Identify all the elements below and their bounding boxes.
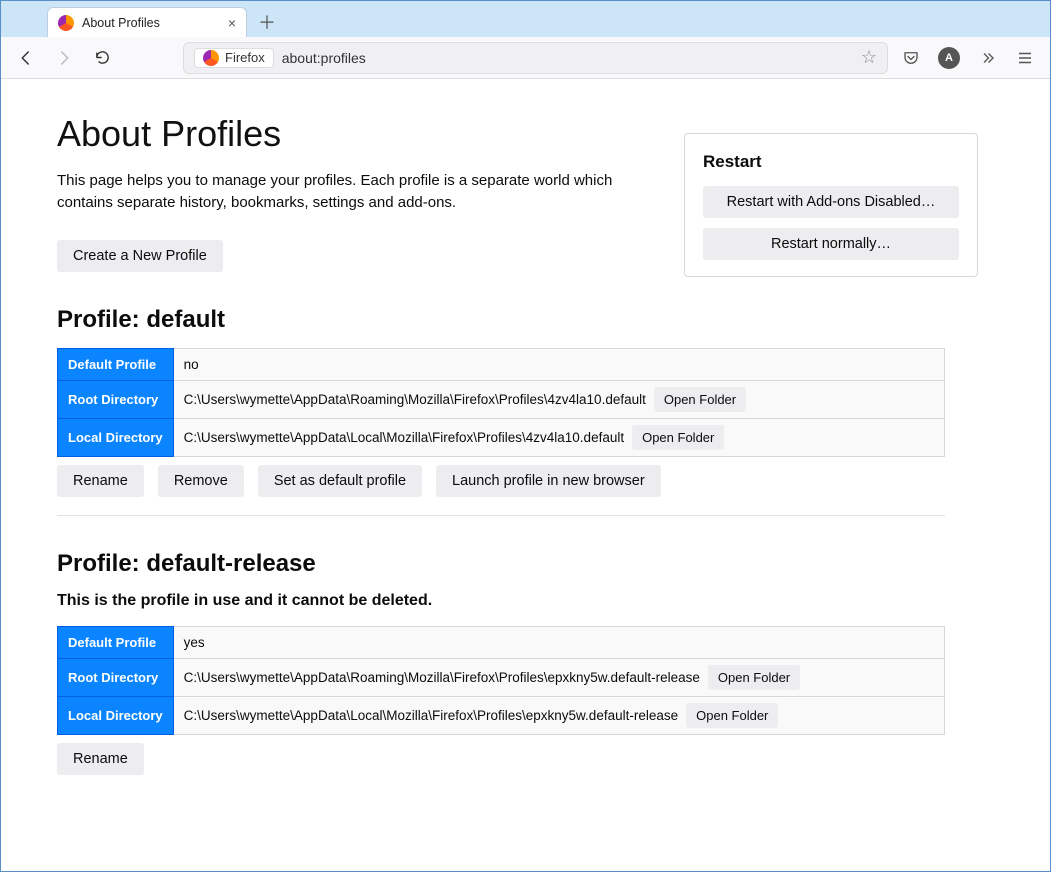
profile-table: Default Profile yes Root Directory C:\Us… <box>57 626 945 735</box>
bookmark-star-icon[interactable]: ☆ <box>861 47 877 68</box>
new-tab-button[interactable]: ＋ <box>253 8 281 36</box>
app-menu-icon[interactable] <box>1010 43 1040 73</box>
rename-button[interactable]: Rename <box>57 465 144 497</box>
root-path: C:\Users\wymette\AppData\Roaming\Mozilla… <box>184 392 646 407</box>
account-avatar[interactable]: A <box>934 43 964 73</box>
avatar-letter: A <box>945 52 953 64</box>
root-path: C:\Users\wymette\AppData\Roaming\Mozilla… <box>184 670 700 685</box>
reload-button[interactable] <box>87 43 117 73</box>
open-folder-button[interactable]: Open Folder <box>632 425 724 450</box>
forward-button[interactable] <box>49 43 79 73</box>
open-folder-button[interactable]: Open Folder <box>654 387 746 412</box>
launch-profile-button[interactable]: Launch profile in new browser <box>436 465 661 497</box>
th-default-profile: Default Profile <box>58 348 174 380</box>
firefox-favicon-icon <box>58 15 74 31</box>
browser-tab[interactable]: About Profiles × <box>47 7 247 37</box>
th-local-directory: Local Directory <box>58 418 174 456</box>
profile-table: Default Profile no Root Directory C:\Use… <box>57 348 945 457</box>
profile-actions: Rename <box>57 743 945 793</box>
url-bar[interactable]: Firefox about:profiles ☆ <box>183 42 888 74</box>
content-area[interactable]: Restart Restart with Add-ons Disabled… R… <box>1 79 1050 871</box>
open-folder-button[interactable]: Open Folder <box>708 665 800 690</box>
local-path: C:\Users\wymette\AppData\Local\Mozilla\F… <box>184 708 678 723</box>
profile-heading: Profile: default <box>57 306 945 334</box>
th-default-profile: Default Profile <box>58 626 174 658</box>
tab-strip: About Profiles × ＋ <box>1 1 1050 37</box>
browser-window: About Profiles × ＋ Firefox about:profile… <box>0 0 1051 872</box>
restart-normally-button[interactable]: Restart normally… <box>703 228 959 260</box>
profile-heading: Profile: default-release <box>57 550 945 578</box>
td-default-value: yes <box>173 626 944 658</box>
th-root-directory: Root Directory <box>58 380 174 418</box>
local-path: C:\Users\wymette\AppData\Local\Mozilla\F… <box>184 430 624 445</box>
th-root-directory: Root Directory <box>58 658 174 696</box>
identity-box[interactable]: Firefox <box>194 48 274 68</box>
identity-label: Firefox <box>225 50 265 65</box>
url-text: about:profiles <box>282 50 366 66</box>
tab-close-icon[interactable]: × <box>228 15 236 31</box>
td-default-value: no <box>173 348 944 380</box>
pocket-icon[interactable] <box>896 43 926 73</box>
remove-button[interactable]: Remove <box>158 465 244 497</box>
restart-addons-disabled-button[interactable]: Restart with Add-ons Disabled… <box>703 186 959 218</box>
in-use-note: This is the profile in use and it cannot… <box>57 592 945 610</box>
restart-panel: Restart Restart with Add-ons Disabled… R… <box>684 133 978 277</box>
restart-heading: Restart <box>703 152 959 172</box>
th-local-directory: Local Directory <box>58 696 174 734</box>
rename-button[interactable]: Rename <box>57 743 144 775</box>
navigation-toolbar: Firefox about:profiles ☆ A <box>1 37 1050 79</box>
open-folder-button[interactable]: Open Folder <box>686 703 778 728</box>
page-intro: This page helps you to manage your profi… <box>57 170 617 214</box>
back-button[interactable] <box>11 43 41 73</box>
tab-title: About Profiles <box>82 16 160 30</box>
profile-actions: Rename Remove Set as default profile Lau… <box>57 465 945 516</box>
firefox-identity-icon <box>203 50 219 66</box>
create-profile-button[interactable]: Create a New Profile <box>57 240 223 272</box>
overflow-icon[interactable] <box>972 43 1002 73</box>
set-default-button[interactable]: Set as default profile <box>258 465 422 497</box>
